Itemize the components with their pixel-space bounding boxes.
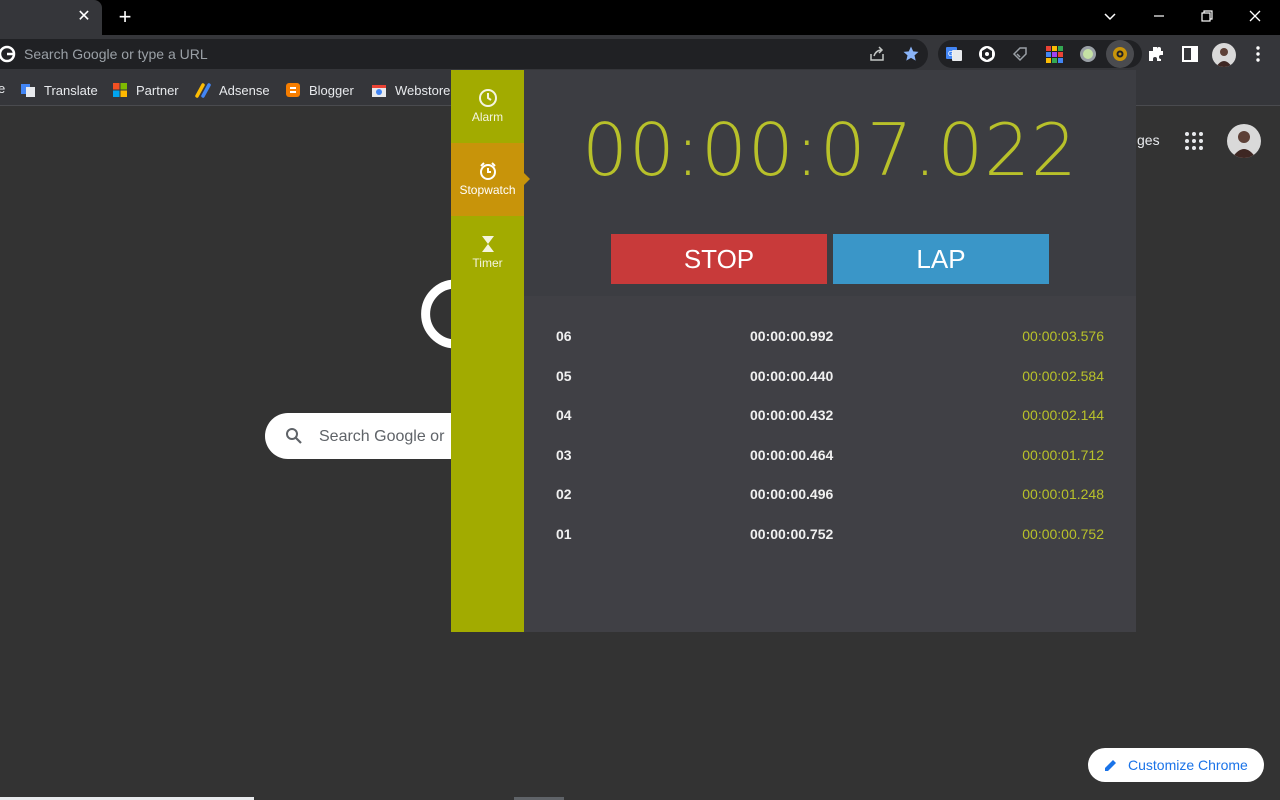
customize-chrome-button[interactable]: Customize Chrome <box>1088 748 1264 782</box>
circle-extension-icon[interactable] <box>1078 44 1098 64</box>
images-link[interactable]: ges <box>1137 132 1160 148</box>
lap-row: 05 00:00:00.440 00:00:02.584 <box>524 368 1136 392</box>
customize-label: Customize Chrome <box>1128 757 1248 773</box>
lap-number: 06 <box>556 328 572 344</box>
lap-total-time: 00:00:01.248 <box>1022 486 1104 502</box>
bookmark-label: Partner <box>136 82 179 98</box>
lap-split-time: 00:00:00.432 <box>750 407 834 423</box>
omnibox-placeholder: Search Google or type a URL <box>24 46 208 62</box>
bookmark-webstore[interactable]: Webstore <box>371 80 450 100</box>
lap-number: 02 <box>556 486 572 502</box>
lap-number: 04 <box>556 407 572 423</box>
browser-tab[interactable]: ✕ <box>0 0 102 35</box>
lap-row: 01 00:00:00.752 00:00:00.752 <box>524 526 1136 550</box>
sidebar-item-label: Stopwatch <box>459 183 516 197</box>
restore-icon[interactable] <box>1193 4 1221 28</box>
lap-row: 06 00:00:00.992 00:00:03.576 <box>524 328 1136 352</box>
microsoft-icon <box>113 83 127 97</box>
laps-list: 06 00:00:00.992 00:00:03.576 05 00:00:00… <box>524 296 1136 632</box>
stopwatch-popup: Alarm Stopwatch Timer 00:00:07.022 STOP … <box>451 70 1136 632</box>
translate-icon <box>21 84 35 97</box>
bookmark-translate[interactable]: Translate <box>20 80 98 100</box>
sidebar-item-timer[interactable]: Timer <box>451 216 524 289</box>
lap-total-time: 00:00:02.144 <box>1022 407 1104 423</box>
popup-sidebar: Alarm Stopwatch Timer <box>451 70 530 632</box>
lap-button[interactable]: LAP <box>833 234 1049 284</box>
stopwatch-main: 00:00:07.022 STOP LAP 06 00:00:00.992 00… <box>524 70 1136 632</box>
lap-number: 05 <box>556 368 572 384</box>
sidebar-item-alarm[interactable]: Alarm <box>451 70 524 143</box>
lap-split-time: 00:00:00.464 <box>750 447 834 463</box>
lap-row: 02 00:00:00.496 00:00:01.248 <box>524 486 1136 510</box>
lap-split-time: 00:00:00.496 <box>750 486 834 502</box>
tab-strip: ✕ + <box>0 0 1280 35</box>
share-icon[interactable] <box>868 45 886 63</box>
search-icon <box>286 428 302 444</box>
profile-avatar[interactable] <box>1212 43 1236 67</box>
lap-row: 04 00:00:00.432 00:00:02.144 <box>524 407 1136 431</box>
stopwatch-extension-icon[interactable] <box>1110 44 1130 64</box>
bookmark-label: Webstore <box>395 82 451 98</box>
lap-row: 03 00:00:00.464 00:00:01.712 <box>524 447 1136 471</box>
bookmark-partner[interactable]: Partner <box>112 80 179 100</box>
sidebar-item-label: Timer <box>472 256 503 270</box>
adsense-icon <box>195 83 211 98</box>
alarm-clock-icon <box>478 89 497 107</box>
lap-number: 03 <box>556 447 572 463</box>
bookmark-blogger[interactable]: Blogger <box>285 80 354 100</box>
lap-total-time: 00:00:03.576 <box>1022 328 1104 344</box>
lap-split-time: 00:00:00.992 <box>750 328 834 344</box>
blogger-icon <box>286 83 300 97</box>
more-menu-icon[interactable] <box>1248 44 1268 64</box>
puzzle-extensions-icon[interactable] <box>1146 44 1166 64</box>
toolbar: Search Google or type a URL G <box>0 35 1280 73</box>
side-panel-icon[interactable] <box>1180 44 1200 64</box>
google-apps-icon[interactable] <box>1184 131 1204 151</box>
tab-search-icon[interactable] <box>1096 4 1124 28</box>
google-g-icon <box>0 45 16 63</box>
lap-split-time: 00:00:00.440 <box>750 368 834 384</box>
lap-total-time: 00:00:00.752 <box>1022 526 1104 542</box>
lap-total-time: 00:00:01.712 <box>1022 447 1104 463</box>
bookmark-cutoff: e <box>0 81 6 96</box>
bookmark-adsense[interactable]: Adsense <box>195 80 270 100</box>
tag-extension-icon[interactable] <box>1010 44 1030 64</box>
bookmark-label: Translate <box>44 82 98 98</box>
lap-number: 01 <box>556 526 572 542</box>
hexagon-extension-icon[interactable] <box>977 44 997 64</box>
sidebar-item-stopwatch[interactable]: Stopwatch <box>451 143 530 216</box>
stop-button[interactable]: STOP <box>611 234 827 284</box>
lap-split-time: 00:00:00.752 <box>750 526 834 542</box>
google-translate-icon[interactable]: G <box>944 44 964 64</box>
omnibox[interactable]: Search Google or type a URL <box>0 39 928 69</box>
new-tab-button[interactable]: + <box>114 6 136 28</box>
bookmark-star-icon[interactable] <box>902 45 920 63</box>
sidebar-item-label: Alarm <box>471 110 504 124</box>
lap-total-time: 00:00:02.584 <box>1022 368 1104 384</box>
ntp-account-avatar[interactable] <box>1227 124 1261 158</box>
bookmark-label: Blogger <box>309 82 354 98</box>
stopwatch-icon <box>479 162 496 180</box>
svg-text:G: G <box>948 51 953 58</box>
tab-close-icon[interactable]: ✕ <box>74 7 94 27</box>
hourglass-icon <box>481 236 494 252</box>
bookmark-label: Adsense <box>219 82 270 98</box>
minimize-icon[interactable] <box>1145 4 1173 28</box>
color-grid-extension-icon[interactable] <box>1044 44 1064 64</box>
pencil-icon <box>1105 760 1116 771</box>
extensions-area: G <box>938 40 1142 68</box>
stopwatch-time: 00:00:07.022 <box>582 108 1078 192</box>
close-window-icon[interactable] <box>1241 4 1269 28</box>
ntp-search-placeholder: Search Google or <box>319 428 445 445</box>
webstore-icon <box>372 85 386 97</box>
